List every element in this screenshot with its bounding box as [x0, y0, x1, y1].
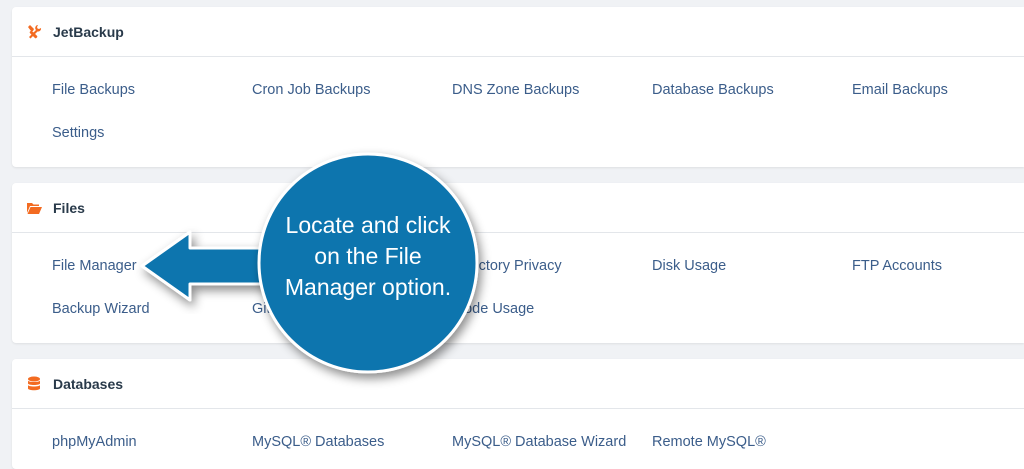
- link-settings[interactable]: Settings: [52, 125, 104, 141]
- link-backup-wizard[interactable]: Backup Wizard: [52, 301, 150, 317]
- databases-title: Databases: [53, 375, 124, 392]
- files-panel: Files File Manager Directory Privacy Dis…: [12, 183, 1024, 343]
- link-mysql-databases[interactable]: MySQL® Databases: [252, 434, 384, 450]
- link-mysql-database-wizard[interactable]: MySQL® Database Wizard: [452, 434, 626, 450]
- callout-line-3: Manager option.: [284, 274, 452, 300]
- callout-line-1: Locate and click: [285, 212, 451, 238]
- link-file-manager[interactable]: File Manager: [52, 258, 137, 274]
- folder-open-icon: [26, 200, 42, 216]
- database-icon: [26, 376, 42, 392]
- link-inode-usage[interactable]: Inode Usage: [452, 301, 534, 317]
- link-phpmyadmin[interactable]: phpMyAdmin: [52, 434, 137, 450]
- link-cron-job-backups[interactable]: Cron Job Backups: [252, 82, 370, 98]
- link-email-backups[interactable]: Email Backups: [852, 82, 948, 98]
- callout-text: Locate and click on the File Manager opt…: [264, 210, 472, 303]
- link-ftp-accounts[interactable]: FTP Accounts: [852, 258, 942, 274]
- files-title: Files: [53, 199, 85, 216]
- link-file-backups[interactable]: File Backups: [52, 82, 135, 98]
- jetbackup-panel: JetBackup File Backups Cron Job Backups …: [12, 7, 1024, 167]
- jetbackup-header[interactable]: JetBackup: [12, 7, 1024, 57]
- link-remote-mysql[interactable]: Remote MySQL®: [652, 434, 766, 450]
- link-dns-zone-backups[interactable]: DNS Zone Backups: [452, 82, 579, 98]
- callout-line-2: on the File: [314, 243, 422, 269]
- link-git[interactable]: Git: [252, 301, 271, 317]
- jetbackup-title: JetBackup: [53, 23, 124, 40]
- files-header[interactable]: Files: [12, 183, 1024, 233]
- tools-icon: [26, 24, 42, 40]
- link-database-backups[interactable]: Database Backups: [652, 82, 774, 98]
- databases-header[interactable]: Databases: [12, 359, 1024, 409]
- databases-panel: Databases phpMyAdmin MySQL® Databases My…: [12, 359, 1024, 469]
- link-disk-usage[interactable]: Disk Usage: [652, 258, 726, 274]
